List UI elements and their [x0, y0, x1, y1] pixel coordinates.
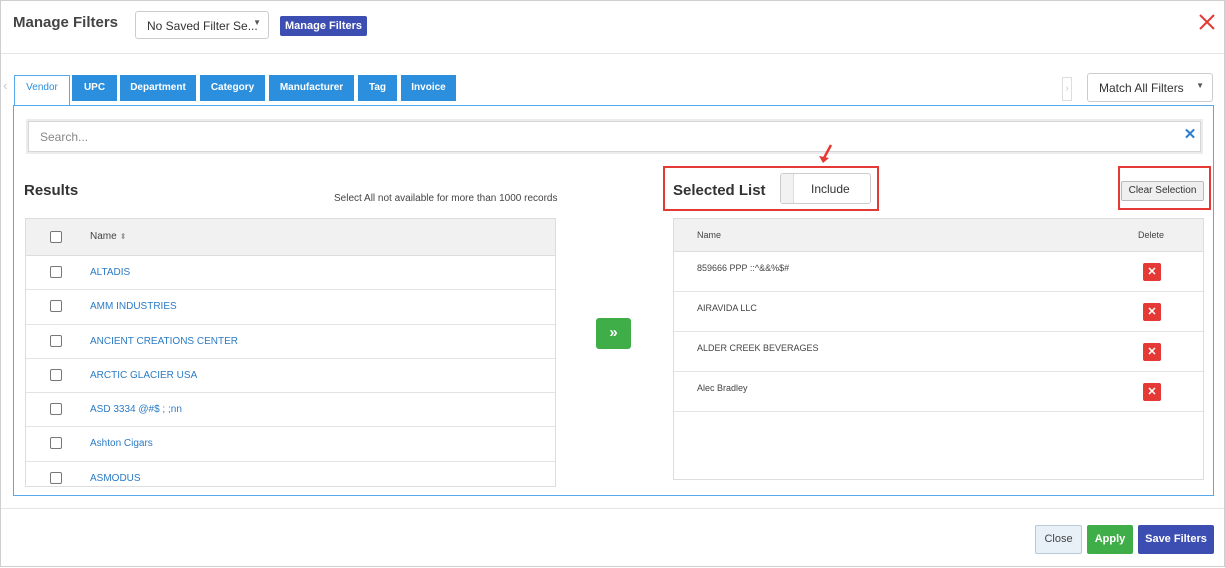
delete-icon[interactable]: ✕ — [1143, 303, 1161, 321]
selected-list-heading: Selected List — [673, 182, 766, 199]
selected-item-name: Alec Bradley — [697, 383, 748, 393]
row-checkbox[interactable] — [50, 300, 62, 313]
vendor-name-link[interactable]: ARCTIC GLACIER USA — [90, 370, 197, 381]
modal-title: Manage Filters — [13, 14, 119, 31]
table-row: ASD 3334 @#$ ; ;nn — [26, 393, 555, 428]
toggle-knob — [781, 174, 794, 203]
row-checkbox[interactable] — [50, 368, 62, 381]
row-checkbox[interactable] — [50, 334, 62, 347]
tab-manufacturer[interactable]: Manufacturer — [269, 75, 354, 101]
close-button[interactable]: Close — [1035, 525, 1082, 554]
selected-table: Name Delete 859666 PPP ::^&&%$# ✕ AIRAVID… — [673, 218, 1204, 480]
add-to-selected-button[interactable]: » — [596, 318, 631, 349]
tab-invoice[interactable]: Invoice — [401, 75, 456, 101]
manage-filters-button[interactable]: Manage Filters — [280, 16, 368, 36]
results-heading: Results — [24, 182, 79, 199]
name-column-label: Name — [90, 231, 117, 242]
row-checkbox[interactable] — [50, 471, 62, 484]
modal-footer: Close Apply Save Filters — [1, 508, 1224, 568]
tab-upc[interactable]: UPC — [72, 75, 117, 101]
include-exclude-toggle[interactable]: Include — [780, 173, 871, 204]
toggle-label: Include — [811, 182, 850, 196]
close-icon[interactable] — [1197, 12, 1217, 32]
annotation-arrow-icon — [818, 144, 834, 171]
table-row: Ashton Cigars — [26, 427, 555, 462]
apply-button[interactable]: Apply — [1087, 525, 1133, 554]
tab-category[interactable]: Category — [200, 75, 265, 101]
table-row: Alec Bradley ✕ — [674, 372, 1203, 412]
saved-filter-value: No Saved Filter Se... — [147, 19, 258, 33]
table-row: 859666 PPP ::^&&%$# ✕ — [674, 252, 1203, 292]
match-mode-value: Match All Filters — [1099, 81, 1184, 95]
row-checkbox[interactable] — [50, 266, 62, 278]
vendor-name-link[interactable]: ALTADIS — [90, 267, 130, 278]
tab-vendor[interactable]: Vendor — [14, 75, 70, 106]
results-table: Name ⬍ ALTADIS AMM INDUSTRIES ANCIENT CRE… — [25, 218, 556, 487]
select-all-checkbox[interactable] — [50, 231, 62, 243]
selected-item-name: 859666 PPP ::^&&%$# — [697, 263, 790, 273]
table-row: ASMODUS — [26, 462, 555, 486]
tab-department[interactable]: Department — [120, 75, 196, 101]
tabs-scroll-right-icon[interactable]: › — [1062, 77, 1072, 101]
table-row: ANCIENT CREATIONS CENTER — [26, 325, 555, 359]
search-bar: ✕ — [26, 119, 1203, 154]
delete-icon[interactable]: ✕ — [1143, 383, 1161, 401]
modal-header: Manage Filters No Saved Filter Se... ▼ M… — [1, 1, 1224, 54]
selected-item-name: AIRAVIDA LLC — [697, 303, 757, 313]
table-row: ALTADIS — [26, 256, 555, 291]
search-input[interactable] — [28, 121, 1201, 152]
table-row: AIRAVIDA LLC ✕ — [674, 292, 1203, 332]
caret-down-icon: ▼ — [253, 18, 261, 27]
table-row: ARCTIC GLACIER USA — [26, 359, 555, 394]
delete-column-header: Delete — [1138, 230, 1165, 240]
table-row: ALDER CREEK BEVERAGES ✕ — [674, 332, 1203, 372]
row-checkbox[interactable] — [50, 437, 62, 450]
vendor-name-link[interactable]: ASMODUS — [90, 473, 141, 484]
row-checkbox[interactable] — [50, 403, 62, 416]
vendor-tab-panel: ✕ Results Select All not available for m… — [13, 105, 1214, 496]
delete-icon[interactable]: ✕ — [1143, 263, 1161, 281]
vendor-name-link[interactable]: Ashton Cigars — [90, 438, 153, 449]
match-mode-select[interactable]: Match All Filters ▼ — [1087, 73, 1213, 102]
delete-icon[interactable]: ✕ — [1143, 343, 1161, 361]
name-column-header[interactable]: Name ⬍ — [90, 231, 126, 242]
table-row: AMM INDUSTRIES — [26, 290, 555, 325]
caret-down-icon: ▼ — [1196, 81, 1204, 90]
tab-tag[interactable]: Tag — [358, 75, 397, 101]
selected-table-header: Name Delete — [674, 219, 1203, 252]
selected-item-name: ALDER CREEK BEVERAGES — [697, 343, 819, 353]
vendor-name-link[interactable]: ASD 3334 @#$ ; ;nn — [90, 404, 182, 415]
clear-search-icon[interactable]: ✕ — [1183, 127, 1197, 142]
select-all-note: Select All not available for more than 1… — [334, 193, 558, 204]
tabs-scroll-left-icon[interactable]: ‹ — [3, 77, 13, 99]
sort-icon: ⬍ — [119, 232, 127, 241]
clear-selection-button[interactable]: Clear Selection — [1121, 181, 1204, 201]
vendor-name-link[interactable]: ANCIENT CREATIONS CENTER — [90, 336, 238, 347]
results-table-header: Name ⬍ — [26, 219, 555, 256]
vendor-name-link[interactable]: AMM INDUSTRIES — [90, 301, 177, 312]
save-filters-button[interactable]: Save Filters — [1138, 525, 1214, 554]
saved-filter-select[interactable]: No Saved Filter Se... ▼ — [135, 11, 269, 39]
name-column-header: Name — [697, 230, 722, 240]
manage-filters-modal: Manage Filters No Saved Filter Se... ▼ M… — [0, 0, 1225, 567]
